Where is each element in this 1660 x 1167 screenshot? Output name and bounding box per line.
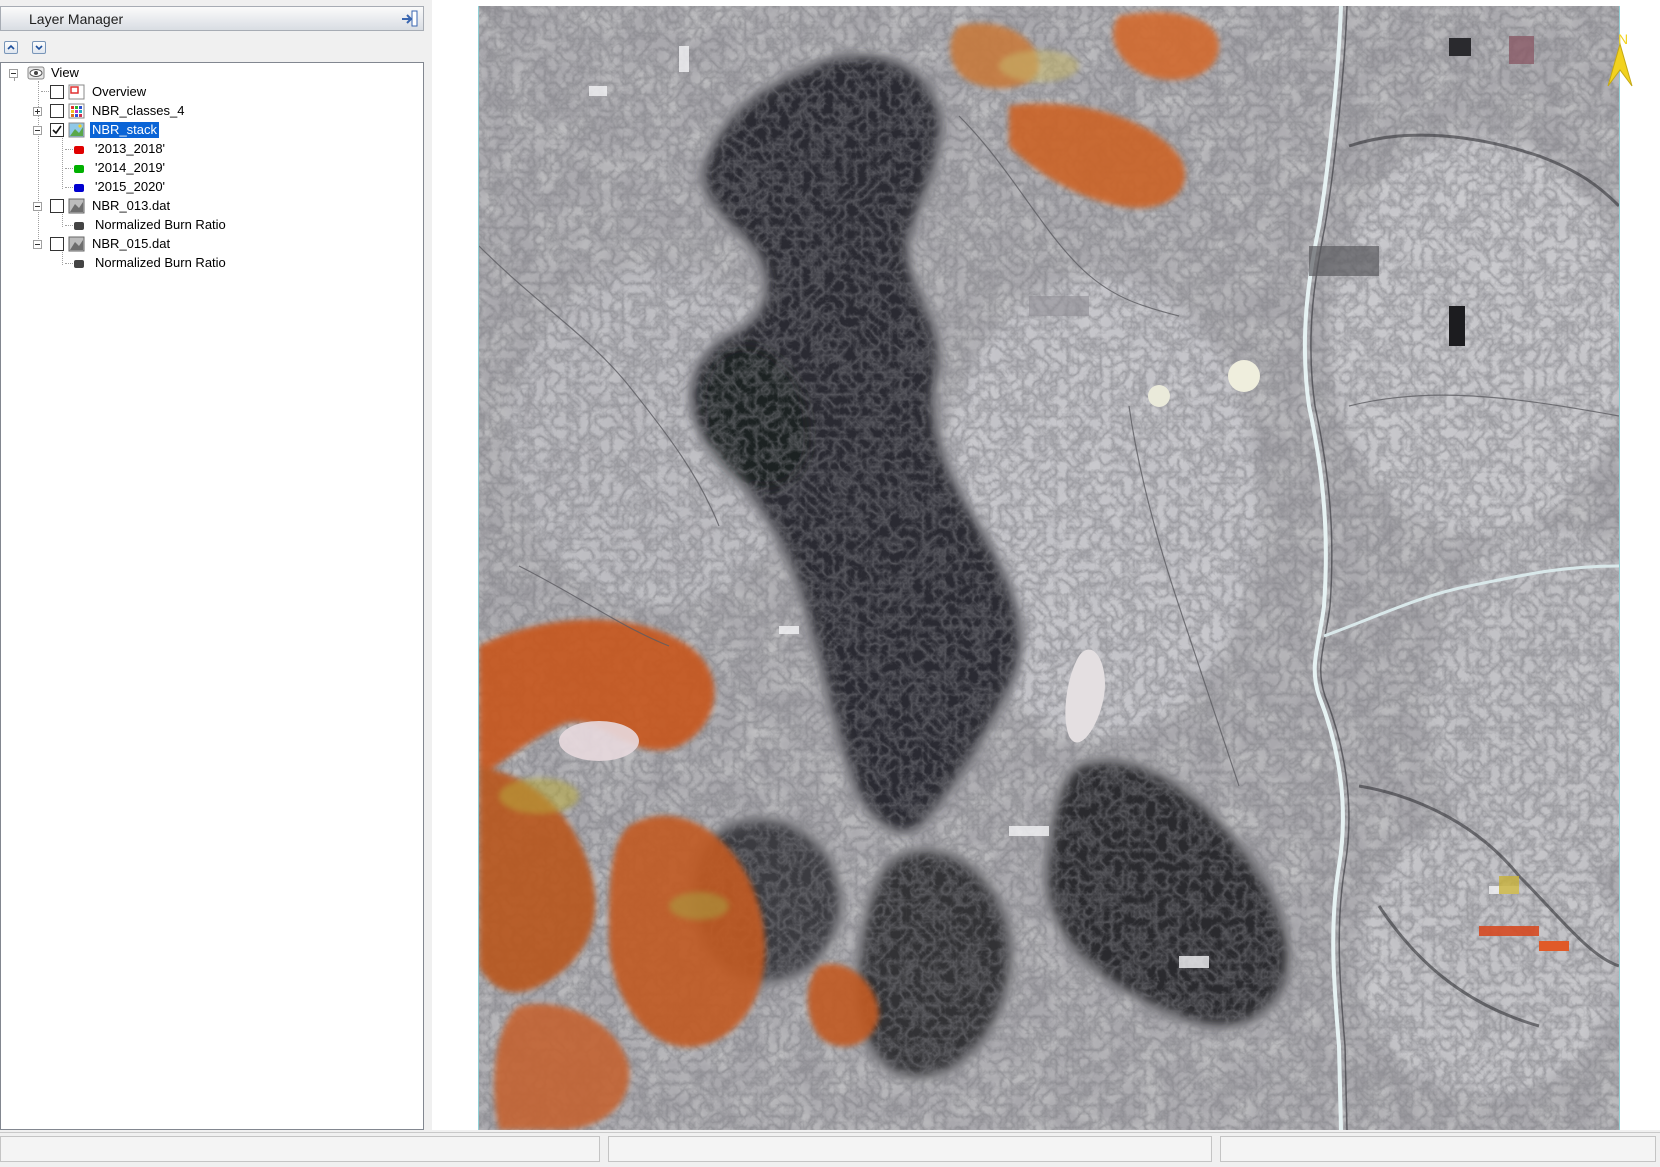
move-layer-down-button[interactable] — [32, 41, 46, 54]
move-layer-up-button[interactable] — [4, 41, 18, 54]
tree-node-nbr-stack[interactable]: NBR_stack — [1, 120, 201, 140]
status-pane-1 — [0, 1136, 600, 1162]
tree-node-nbr-015[interactable]: NBR_015.dat — [1, 234, 221, 254]
overview-icon — [68, 84, 85, 100]
band-item-red[interactable]: '2013_2018' — [1, 139, 201, 159]
north-arrow-icon: N — [1604, 30, 1636, 94]
band-label: '2015_2020' — [95, 179, 166, 194]
band-label: '2013_2018' — [95, 141, 166, 156]
band-item-gray[interactable]: Normalized Burn Ratio — [1, 253, 231, 273]
gray-band-icon — [74, 260, 84, 268]
status-pane-2 — [608, 1136, 1212, 1162]
layer-visibility-checkbox[interactable] — [50, 199, 64, 213]
pin-icon[interactable] — [401, 10, 419, 27]
eye-icon — [27, 65, 45, 81]
classification-icon — [68, 103, 85, 119]
tree-node-view[interactable]: View — [1, 63, 201, 83]
collapse-toggle[interactable] — [33, 240, 42, 249]
arrow-up-icon — [7, 44, 15, 50]
layer-tree: View Overview NBR_classes_4 NBR_stack '2… — [0, 62, 424, 1130]
gray-band-icon — [74, 222, 84, 230]
tree-node-label: NBR_013.dat — [92, 198, 171, 213]
status-pane-3 — [1220, 1136, 1656, 1162]
layer-visibility-checkbox[interactable] — [50, 104, 64, 118]
checkmark-icon — [52, 125, 62, 135]
tree-node-overview[interactable]: Overview — [1, 82, 201, 102]
tree-node-label: View — [51, 65, 79, 80]
band-label: '2014_2019' — [95, 160, 166, 175]
tree-node-nbr-classes-4[interactable]: NBR_classes_4 — [1, 101, 201, 121]
tree-node-nbr-013[interactable]: NBR_013.dat — [1, 196, 221, 216]
layer-manager-header: Layer Manager — [0, 6, 424, 31]
red-band-icon — [74, 146, 84, 154]
status-bar — [0, 1132, 1660, 1167]
tree-node-label: NBR_stack — [90, 122, 160, 138]
layer-visibility-checkbox[interactable] — [50, 123, 64, 137]
collapse-toggle[interactable] — [33, 202, 42, 211]
band-label: Normalized Burn Ratio — [95, 217, 226, 232]
green-band-icon — [74, 165, 84, 173]
tree-node-label: Overview — [92, 84, 147, 99]
band-item-gray[interactable]: Normalized Burn Ratio — [1, 215, 231, 235]
layer-visibility-checkbox[interactable] — [50, 237, 64, 251]
band-label: Normalized Burn Ratio — [95, 255, 226, 270]
arrow-down-icon — [35, 45, 43, 51]
rgb-image-icon — [68, 122, 85, 138]
band-item-green[interactable]: '2014_2019' — [1, 158, 201, 178]
band-item-blue[interactable]: '2015_2020' — [1, 177, 201, 197]
layer-visibility-checkbox[interactable] — [50, 85, 64, 99]
collapse-toggle[interactable] — [9, 69, 18, 78]
grayscale-image-icon — [68, 236, 85, 252]
tree-node-label: NBR_classes_4 — [92, 103, 185, 118]
layer-toolbar — [0, 36, 424, 60]
tree-node-label: NBR_015.dat — [92, 236, 171, 251]
collapse-toggle[interactable] — [33, 126, 42, 135]
expand-toggle[interactable] — [33, 107, 42, 116]
grayscale-image-icon — [68, 198, 85, 214]
panel-title: Layer Manager — [29, 11, 124, 27]
blue-band-icon — [74, 184, 84, 192]
satellite-image-view[interactable] — [478, 6, 1620, 1130]
